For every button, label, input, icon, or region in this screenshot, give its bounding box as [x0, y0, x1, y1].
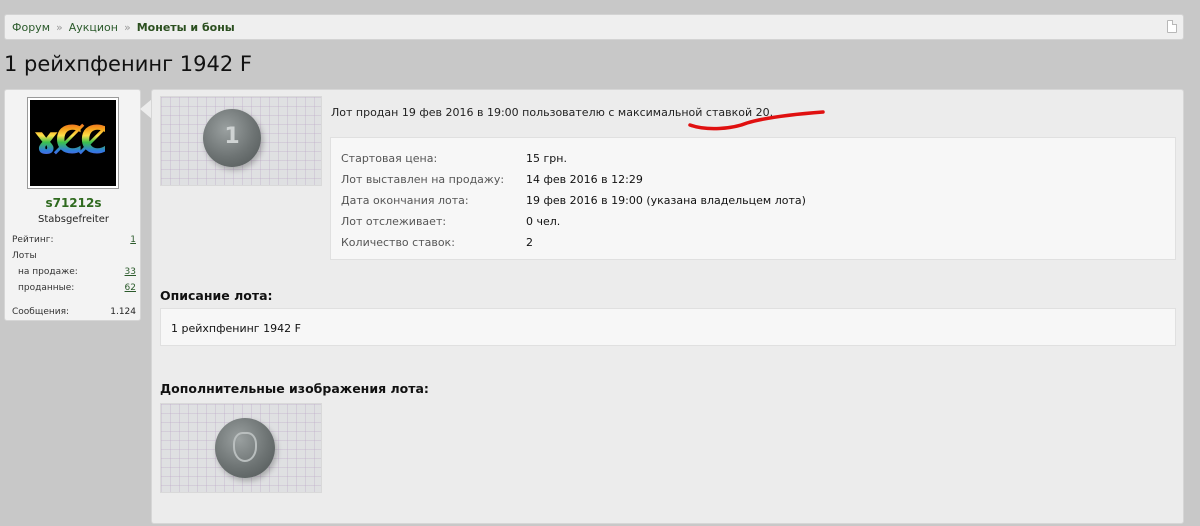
- stat-on-sale: на продаже: 33: [12, 267, 136, 283]
- stat-label: Сообщения:: [12, 307, 70, 317]
- stat-value: 1.124: [110, 307, 136, 317]
- stat-lots: Лоты: [12, 251, 136, 267]
- coin-denomination: 1: [224, 124, 240, 150]
- eagle-emblem: [233, 432, 257, 463]
- user-rank: Stabsgefreiter: [38, 214, 109, 225]
- page-title: 1 рейхпфенинг 1942 F: [4, 52, 252, 76]
- lot-details: Стартовая цена: 15 грн. Лот выставлен на…: [330, 137, 1176, 260]
- extra-images-heading: Дополнительные изображения лота:: [160, 381, 429, 396]
- detail-value: 19 фев 2016 в 19:00 (указана владельцем …: [526, 194, 806, 207]
- detail-value: 14 фев 2016 в 12:29: [526, 173, 643, 186]
- stat-label: Рейтинг:: [12, 235, 54, 245]
- breadcrumb-forum[interactable]: Форум: [12, 21, 50, 34]
- detail-label: Лот выставлен на продажу:: [341, 173, 505, 186]
- stat-value-link[interactable]: 1: [130, 235, 136, 245]
- breadcrumb: Форум » Аукцион » Монеты и боны: [4, 14, 1184, 40]
- breadcrumb-separator: »: [56, 20, 63, 34]
- lot-main-image[interactable]: 1: [160, 96, 322, 186]
- avatar-graffiti-logo: ɤȻȻ: [34, 118, 108, 162]
- stat-sold: проданные: 62: [12, 283, 136, 299]
- stat-rating: Рейтинг: 1: [12, 235, 136, 251]
- stat-value-link[interactable]: 33: [125, 267, 136, 277]
- red-annotation-underline: [688, 110, 825, 131]
- detail-label: Количество ставок:: [341, 236, 455, 249]
- document-icon[interactable]: [1167, 20, 1177, 33]
- user-stats: Рейтинг: 1 Лоты на продаже: 33 проданные…: [12, 235, 136, 323]
- breadcrumb-coins[interactable]: Монеты и боны: [137, 21, 235, 34]
- detail-label: Лот отслеживает:: [341, 215, 447, 228]
- stat-label: проданные:: [18, 283, 75, 293]
- username-link[interactable]: s71212s: [5, 196, 142, 210]
- detail-value: 0 чел.: [526, 215, 561, 228]
- detail-value: 15 грн.: [526, 152, 567, 165]
- stat-value-link[interactable]: 62: [125, 283, 136, 293]
- stat-messages: Сообщения: 1.124: [12, 307, 136, 323]
- user-info-panel: ɤȻȻ s71212s Stabsgefreiter Рейтинг: 1 Ло…: [4, 89, 141, 321]
- lot-extra-image[interactable]: [160, 403, 322, 493]
- stat-label: Лоты: [12, 251, 37, 261]
- breadcrumb-separator: »: [123, 20, 131, 34]
- description-heading: Описание лота:: [160, 288, 273, 303]
- lot-description: 1 рейхпфенинг 1942 F: [160, 308, 1176, 346]
- coin-image: [215, 418, 275, 478]
- detail-label: Стартовая цена:: [341, 152, 438, 165]
- avatar[interactable]: ɤȻȻ: [27, 97, 119, 189]
- avatar-image: ɤȻȻ: [30, 100, 116, 186]
- breadcrumb-auction[interactable]: Аукцион: [69, 21, 118, 34]
- detail-label: Дата окончания лота:: [341, 194, 469, 207]
- stat-label: на продаже:: [18, 267, 78, 277]
- detail-value: 2: [526, 236, 533, 249]
- coin-image: 1: [203, 109, 261, 167]
